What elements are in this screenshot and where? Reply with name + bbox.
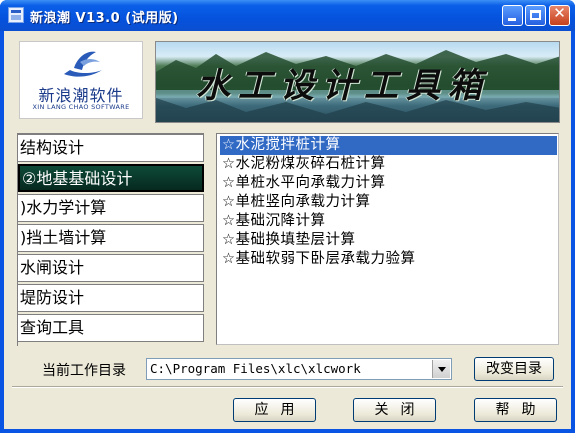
list-item[interactable]: ☆基础换填垫层计算 [220, 231, 557, 250]
list-item[interactable]: ☆水泥粉煤灰碎石桩计算 [220, 155, 557, 174]
dialog-body: 新浪潮软件 XIN LANG CHAO SOFTWARE 水工设计工具箱 结构设… [4, 31, 571, 429]
list-item[interactable]: ☆基础软弱下卧层承载力验算 [220, 250, 557, 269]
main-window: 新浪潮 V13.0 (试用版) ✕ 新浪潮软件 XIN LANG CHAO SO… [0, 0, 575, 433]
menu-item-sluice[interactable]: 水闸设计 [18, 254, 204, 282]
window-frame-bottom [0, 429, 575, 433]
list-item[interactable]: ☆单桩竖向承载力计算 [220, 193, 557, 212]
close-button[interactable]: 关闭 [353, 398, 436, 422]
menu-item-retaining-wall[interactable]: )挡土墙计算 [18, 224, 204, 252]
company-logo: 新浪潮软件 XIN LANG CHAO SOFTWARE [19, 41, 143, 119]
menu-item-structure[interactable]: 结构设计 [18, 134, 204, 162]
header-banner: 水工设计工具箱 [155, 41, 560, 123]
workdir-label: 当前工作目录 [42, 363, 126, 379]
app-icon[interactable] [8, 7, 24, 23]
list-item[interactable]: ☆水泥搅拌桩计算 [220, 136, 557, 155]
menu-item-query-tools[interactable]: 查询工具 [18, 314, 204, 342]
list-item[interactable]: ☆基础沉降计算 [220, 212, 557, 231]
menu-item-foundation[interactable]: ②地基基础设计 [18, 164, 204, 192]
minimize-icon [508, 18, 516, 21]
change-directory-button[interactable]: 改变目录 [474, 357, 554, 381]
workdir-combobox[interactable]: C:\Program Files\xlc\xlcwork [146, 358, 452, 380]
banner-title: 水工设计工具箱 [196, 66, 490, 106]
maximize-button[interactable] [525, 5, 546, 26]
minimize-button[interactable] [502, 5, 523, 26]
chevron-down-icon[interactable] [432, 360, 450, 378]
separator [12, 386, 563, 388]
apply-button[interactable]: 应用 [233, 398, 316, 422]
help-button[interactable]: 帮助 [474, 398, 557, 422]
list-item[interactable]: ☆单桩水平向承载力计算 [220, 174, 557, 193]
menu-item-levee[interactable]: 堤防设计 [18, 284, 204, 312]
close-window-button[interactable]: ✕ [549, 4, 570, 26]
menu-item-hydraulics[interactable]: )水力学计算 [18, 194, 204, 222]
window-title: 新浪潮 V13.0 (试用版) [30, 11, 179, 26]
logo-name-en: XIN LANG CHAO SOFTWARE [32, 103, 130, 111]
workdir-value: C:\Program Files\xlc\xlcwork [150, 361, 361, 376]
category-menu: 结构设计 ②地基基础设计 )水力学计算 )挡土墙计算 水闸设计 堤防设计 查询工… [17, 133, 204, 346]
maximize-icon [530, 10, 541, 20]
calculation-list[interactable]: ☆水泥搅拌桩计算 ☆水泥粉煤灰碎石桩计算 ☆单桩水平向承载力计算 ☆单桩竖向承载… [216, 133, 559, 345]
wave-logo-icon [64, 51, 102, 77]
title-bar[interactable]: 新浪潮 V13.0 (试用版) ✕ [0, 0, 575, 31]
close-icon: ✕ [553, 4, 566, 22]
